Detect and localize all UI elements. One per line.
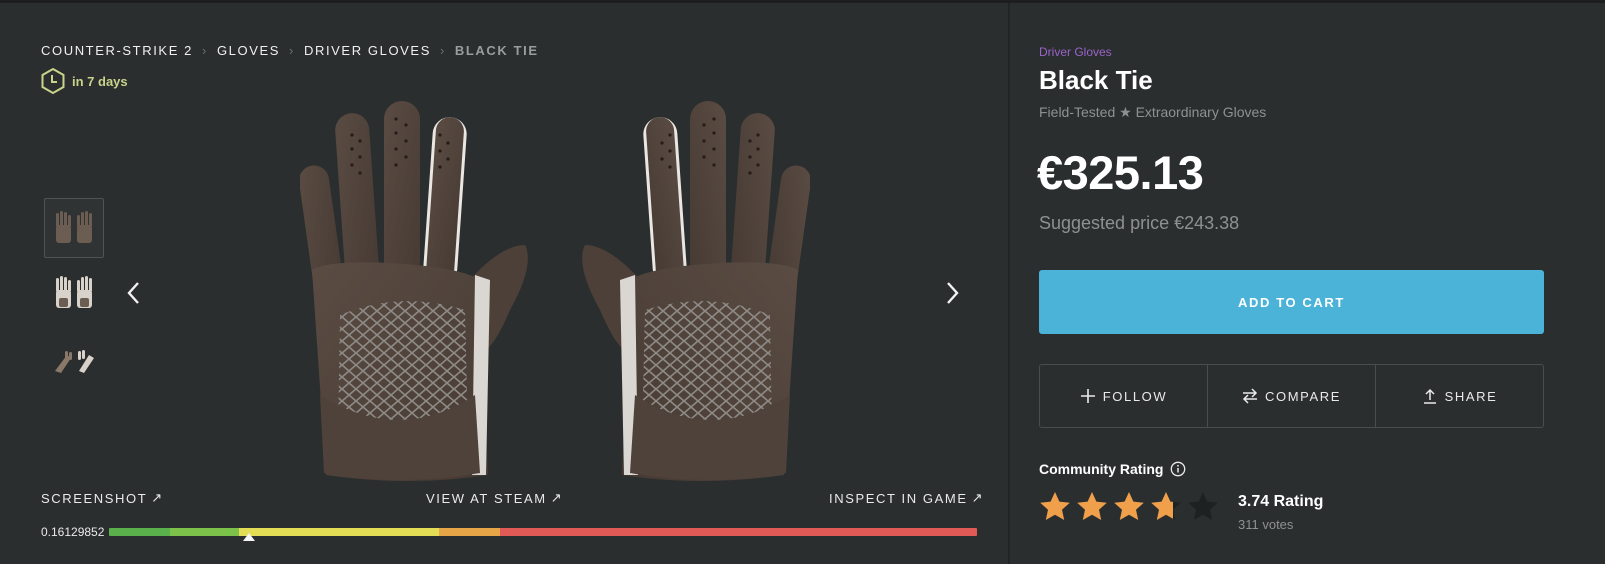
- rating-value: 3.74 Rating: [1238, 493, 1324, 510]
- breadcrumb-counter-strike[interactable]: COUNTER-STRIKE 2: [41, 43, 193, 58]
- share-button[interactable]: SHARE: [1375, 365, 1543, 427]
- follow-label: FOLLOW: [1102, 388, 1168, 404]
- star-icon[interactable]: [1038, 490, 1072, 522]
- next-image-button[interactable]: [940, 278, 964, 308]
- star-icon[interactable]: [1149, 490, 1183, 522]
- item-details-panel: Driver Gloves Black Tie Field-Tested ★ E…: [1010, 3, 1605, 564]
- star-icon[interactable]: [1075, 490, 1109, 522]
- breadcrumb-current: BLACK TIE: [454, 43, 539, 58]
- item-category[interactable]: Driver Gloves: [1039, 45, 1112, 59]
- float-segment: [169, 528, 240, 536]
- share-label: SHARE: [1444, 388, 1498, 404]
- external-arrow-icon: ↗: [151, 490, 164, 505]
- gloves-palm-thumbnail-icon: [56, 276, 92, 308]
- plus-icon: [1080, 389, 1095, 403]
- item-subtitle: Field-Tested ★ Extraordinary Gloves: [1039, 104, 1267, 120]
- float-value: 0.16129852: [41, 525, 105, 539]
- chevron-right-icon: ›: [289, 43, 295, 58]
- screenshot-label: SCREENSHOT: [41, 490, 148, 506]
- float-wear-bar: [109, 528, 977, 536]
- thumbnail-side-view[interactable]: [44, 328, 104, 388]
- item-title: Black Tie: [1039, 65, 1153, 95]
- gloves-image: [300, 101, 810, 481]
- breadcrumb-gloves[interactable]: GLOVES: [217, 43, 280, 58]
- info-icon[interactable]: [1170, 461, 1186, 477]
- float-segment: [239, 528, 439, 536]
- view-at-steam-link[interactable]: VIEW AT STEAM ↗: [426, 490, 563, 506]
- item-actions: FOLLOW COMPARE SHARE: [1039, 364, 1544, 428]
- external-arrow-icon: ↗: [550, 490, 564, 505]
- star-rating[interactable]: [1038, 490, 1223, 522]
- star-icon[interactable]: [1112, 490, 1146, 522]
- gloves-thumbnail-icon: [56, 211, 92, 243]
- star-icon[interactable]: [1186, 490, 1220, 522]
- chevron-right-icon: ›: [439, 43, 446, 58]
- rating-votes: 311 votes: [1238, 517, 1294, 532]
- trade-hold-indicator: in 7 days: [41, 68, 128, 94]
- share-upload-icon: [1423, 388, 1436, 404]
- float-marker: [242, 533, 255, 541]
- suggested-price: Suggested price €243.38: [1039, 213, 1240, 233]
- float-segment: [109, 528, 170, 536]
- breadcrumb-driver-gloves[interactable]: DRIVER GLOVES: [304, 43, 431, 58]
- add-to-cart-label: ADD TO CART: [1238, 294, 1345, 310]
- external-arrow-icon: ↗: [971, 490, 985, 505]
- compare-label: COMPARE: [1265, 388, 1341, 404]
- compare-button[interactable]: COMPARE: [1207, 365, 1375, 427]
- add-to-cart-button[interactable]: ADD TO CART: [1039, 270, 1544, 334]
- chevron-right-icon: ›: [202, 43, 208, 58]
- chevron-left-icon: [127, 282, 139, 304]
- chevron-right-icon: [947, 282, 959, 304]
- screenshot-link[interactable]: SCREENSHOT ↗: [41, 490, 164, 506]
- thumbnail-palm-view[interactable]: [44, 263, 104, 323]
- breadcrumb: COUNTER-STRIKE 2 › GLOVES › DRIVER GLOVE…: [41, 43, 539, 58]
- inspect-in-game-link[interactable]: INSPECT IN GAME ↗: [829, 490, 984, 506]
- follow-button[interactable]: FOLLOW: [1040, 365, 1207, 427]
- community-rating-text: Community Rating: [1039, 461, 1164, 477]
- float-segment: [438, 528, 500, 536]
- item-price: €325.13: [1037, 146, 1204, 199]
- thumbnail-back-view[interactable]: [44, 198, 104, 258]
- compare-arrows-icon: [1242, 388, 1258, 404]
- inspect-in-game-label: INSPECT IN GAME: [829, 490, 968, 506]
- trade-hold-text: in 7 days: [72, 73, 128, 89]
- previous-image-button[interactable]: [122, 278, 146, 308]
- community-rating-label: Community Rating: [1039, 461, 1186, 477]
- gloves-side-thumbnail-icon: [55, 350, 94, 373]
- view-at-steam-label: VIEW AT STEAM: [426, 490, 547, 506]
- clock-hexagon-icon: [41, 68, 65, 94]
- float-segment: [499, 528, 977, 536]
- item-gallery-panel: COUNTER-STRIKE 2 › GLOVES › DRIVER GLOVE…: [0, 3, 1008, 564]
